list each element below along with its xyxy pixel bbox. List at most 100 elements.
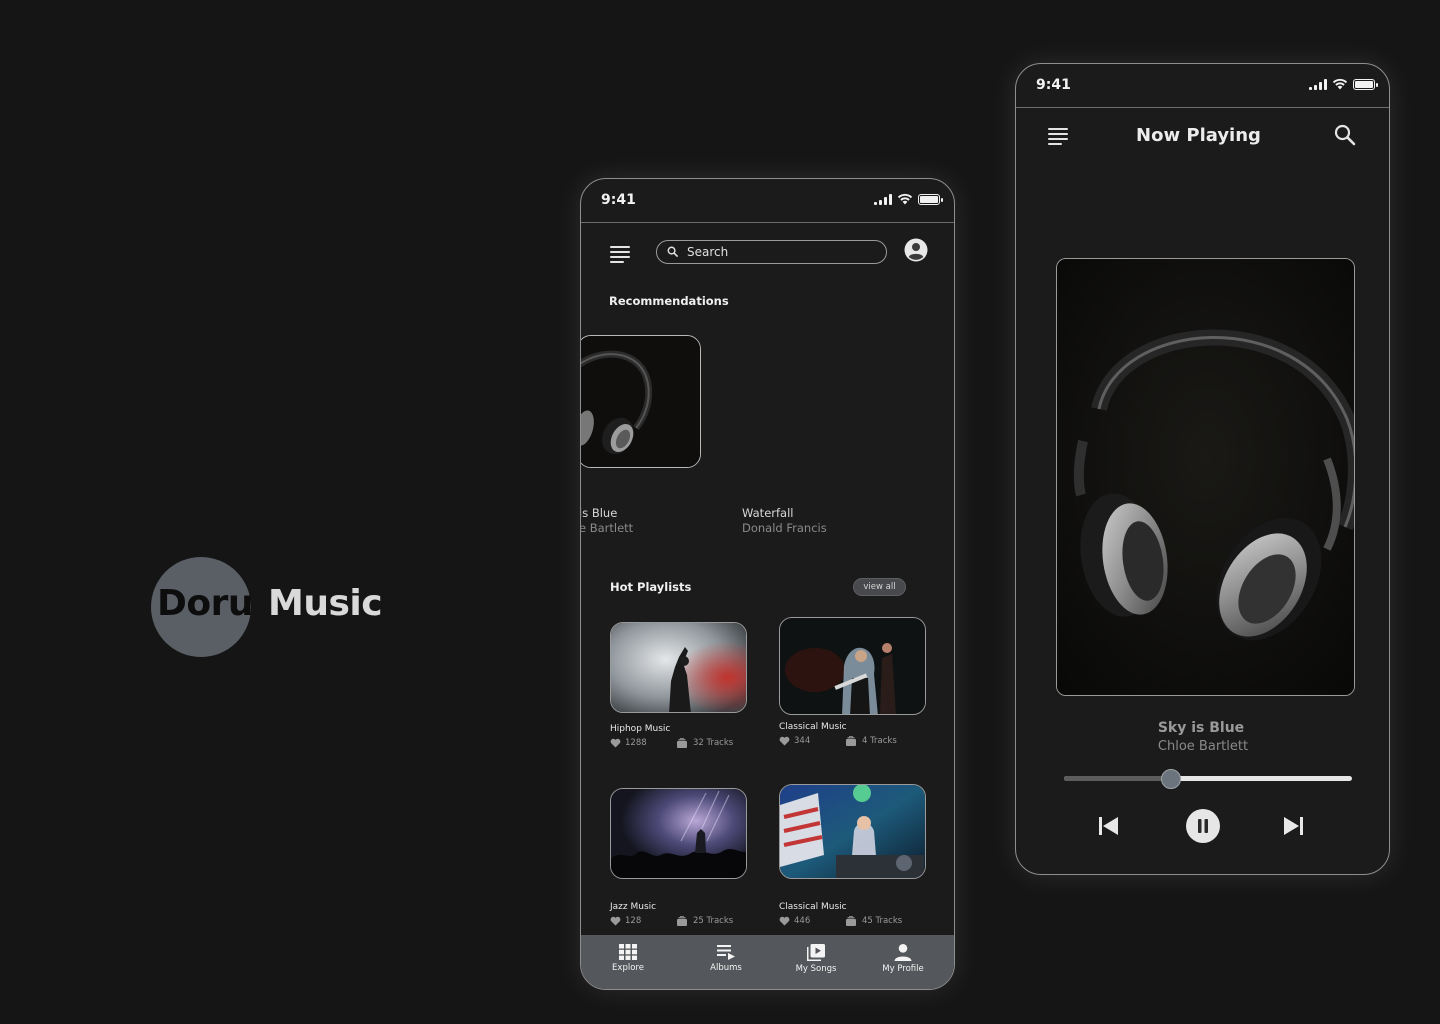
recommendation-song: Waterfall — [742, 506, 794, 520]
nav-label: My Songs — [795, 964, 837, 974]
likes-count: 446 — [794, 916, 811, 926]
band-performance-image — [780, 618, 925, 714]
progress-bar[interactable] — [1064, 776, 1352, 781]
heart-icon — [779, 736, 790, 746]
recommendation-card[interactable] — [581, 335, 701, 468]
playlist-thumbnail — [779, 617, 926, 715]
playlist-likes: 1288 — [610, 738, 647, 748]
recommendation-song: is Blue — [580, 506, 618, 520]
tracks-icon — [677, 916, 687, 926]
pause-icon[interactable] — [1186, 809, 1220, 843]
concert-crowd-image — [611, 789, 746, 878]
status-time: 9:41 — [601, 192, 636, 208]
playlist-meta: 344 4 Tracks — [779, 736, 926, 750]
recommendations-title: Recommendations — [609, 294, 729, 308]
page-title: Now Playing — [1136, 125, 1261, 146]
nav-label: Explore — [612, 963, 644, 973]
video-library-icon — [807, 944, 825, 961]
search-bar[interactable] — [656, 240, 887, 264]
nav-my-songs[interactable]: My Songs — [781, 944, 851, 974]
playlist-meta: 1288 32 Tracks — [610, 738, 747, 752]
nav-my-profile[interactable]: My Profile — [868, 944, 938, 974]
search-input[interactable] — [687, 243, 877, 261]
song-artist: Chloe Bartlett — [1157, 739, 1249, 754]
recommendation-artist: Donald Francis — [742, 521, 827, 535]
tracks-icon — [846, 736, 856, 746]
heart-icon — [610, 916, 621, 926]
status-time: 9:41 — [1036, 77, 1071, 93]
search-icon — [667, 246, 678, 257]
song-title: Sky is Blue — [1157, 720, 1245, 736]
explore-screen: 9:41 Recommendations — [580, 178, 955, 990]
recommendation-item[interactable]: Waterfall Donald Francis — [742, 506, 827, 535]
likes-count: 128 — [625, 916, 642, 926]
status-icons — [1309, 78, 1378, 90]
search-icon[interactable] — [1334, 124, 1356, 146]
nav-explore[interactable]: Explore — [593, 944, 663, 973]
grid-icon — [619, 944, 637, 960]
playlist-tracks: 4 Tracks — [846, 736, 897, 746]
menu-icon[interactable] — [610, 246, 630, 263]
dj-booth-image — [780, 785, 925, 878]
playlist-thumbnail — [779, 784, 926, 879]
playlist-card[interactable]: Hiphop Music 1288 32 Tracks — [610, 622, 747, 752]
headphones-image — [1057, 259, 1354, 695]
playlist-icon — [717, 945, 735, 960]
tracks-count: 45 Tracks — [862, 916, 903, 926]
battery-icon — [1353, 79, 1378, 90]
view-all-button[interactable]: view all — [853, 578, 906, 596]
playlist-card[interactable]: Jazz Music 128 25 Tracks — [610, 788, 747, 930]
playlist-likes: 446 — [779, 916, 810, 926]
playlist-tracks: 45 Tracks — [846, 916, 902, 926]
tracks-count: 4 Tracks — [862, 736, 897, 746]
playlist-name: Jazz Music — [610, 902, 657, 912]
playlist-thumbnail — [610, 622, 747, 713]
nav-label: Albums — [710, 963, 742, 973]
playlist-card[interactable]: Classical Music 446 45 Tracks — [779, 784, 926, 930]
tracks-count: 32 Tracks — [693, 738, 734, 748]
playlist-tracks: 32 Tracks — [677, 738, 733, 748]
now-playing-screen: 9:41 Now Playing Sky is Blue Chloe Bartl… — [1015, 63, 1390, 875]
concert-smoke-image — [611, 623, 746, 712]
brand-word-doru: Doru — [157, 583, 254, 624]
playlist-likes: 344 — [779, 736, 810, 746]
brand-logo: Doru Music — [151, 557, 411, 657]
hot-playlists-title: Hot Playlists — [610, 580, 692, 594]
playlist-meta: 128 25 Tracks — [610, 916, 747, 930]
progress-fill — [1064, 776, 1171, 781]
nav-label: My Profile — [882, 964, 924, 974]
heart-icon — [779, 916, 790, 926]
playlist-likes: 128 — [610, 916, 641, 926]
likes-count: 344 — [794, 736, 811, 746]
playlist-thumbnail — [610, 788, 747, 879]
progress-handle[interactable] — [1160, 769, 1181, 789]
album-artwork — [1056, 258, 1355, 696]
cellular-signal-icon — [874, 194, 892, 205]
wifi-icon — [897, 193, 913, 205]
nav-albums[interactable]: Albums — [691, 944, 761, 973]
tracks-icon — [846, 916, 856, 926]
playlist-tracks: 25 Tracks — [677, 916, 733, 926]
status-icons — [874, 193, 943, 205]
playlist-name: Classical Music — [779, 722, 847, 732]
playlist-card[interactable]: Classical Music 344 4 Tracks — [779, 617, 926, 750]
skip-previous-icon[interactable] — [1098, 816, 1120, 836]
headphones-image — [581, 336, 700, 467]
likes-count: 1288 — [625, 738, 647, 748]
account-avatar-icon[interactable] — [904, 238, 928, 262]
recommendation-artist: e Bartlett — [580, 521, 634, 535]
recommendation-item[interactable]: is Blue e Bartlett — [580, 506, 634, 535]
wifi-icon — [1332, 78, 1348, 90]
tracks-icon — [677, 738, 687, 748]
brand-word-music: Music — [268, 583, 383, 624]
skip-next-icon[interactable] — [1282, 816, 1304, 836]
heart-icon — [610, 738, 621, 748]
playlist-meta: 446 45 Tracks — [779, 916, 926, 930]
status-bar: 9:41 — [1016, 64, 1389, 108]
person-icon — [894, 944, 912, 961]
playlist-name: Classical Music — [779, 902, 847, 912]
tracks-count: 25 Tracks — [693, 916, 734, 926]
battery-icon — [918, 194, 943, 205]
bottom-navigation: Explore Albums My Songs My Profile — [581, 935, 954, 989]
status-bar: 9:41 — [581, 179, 954, 223]
